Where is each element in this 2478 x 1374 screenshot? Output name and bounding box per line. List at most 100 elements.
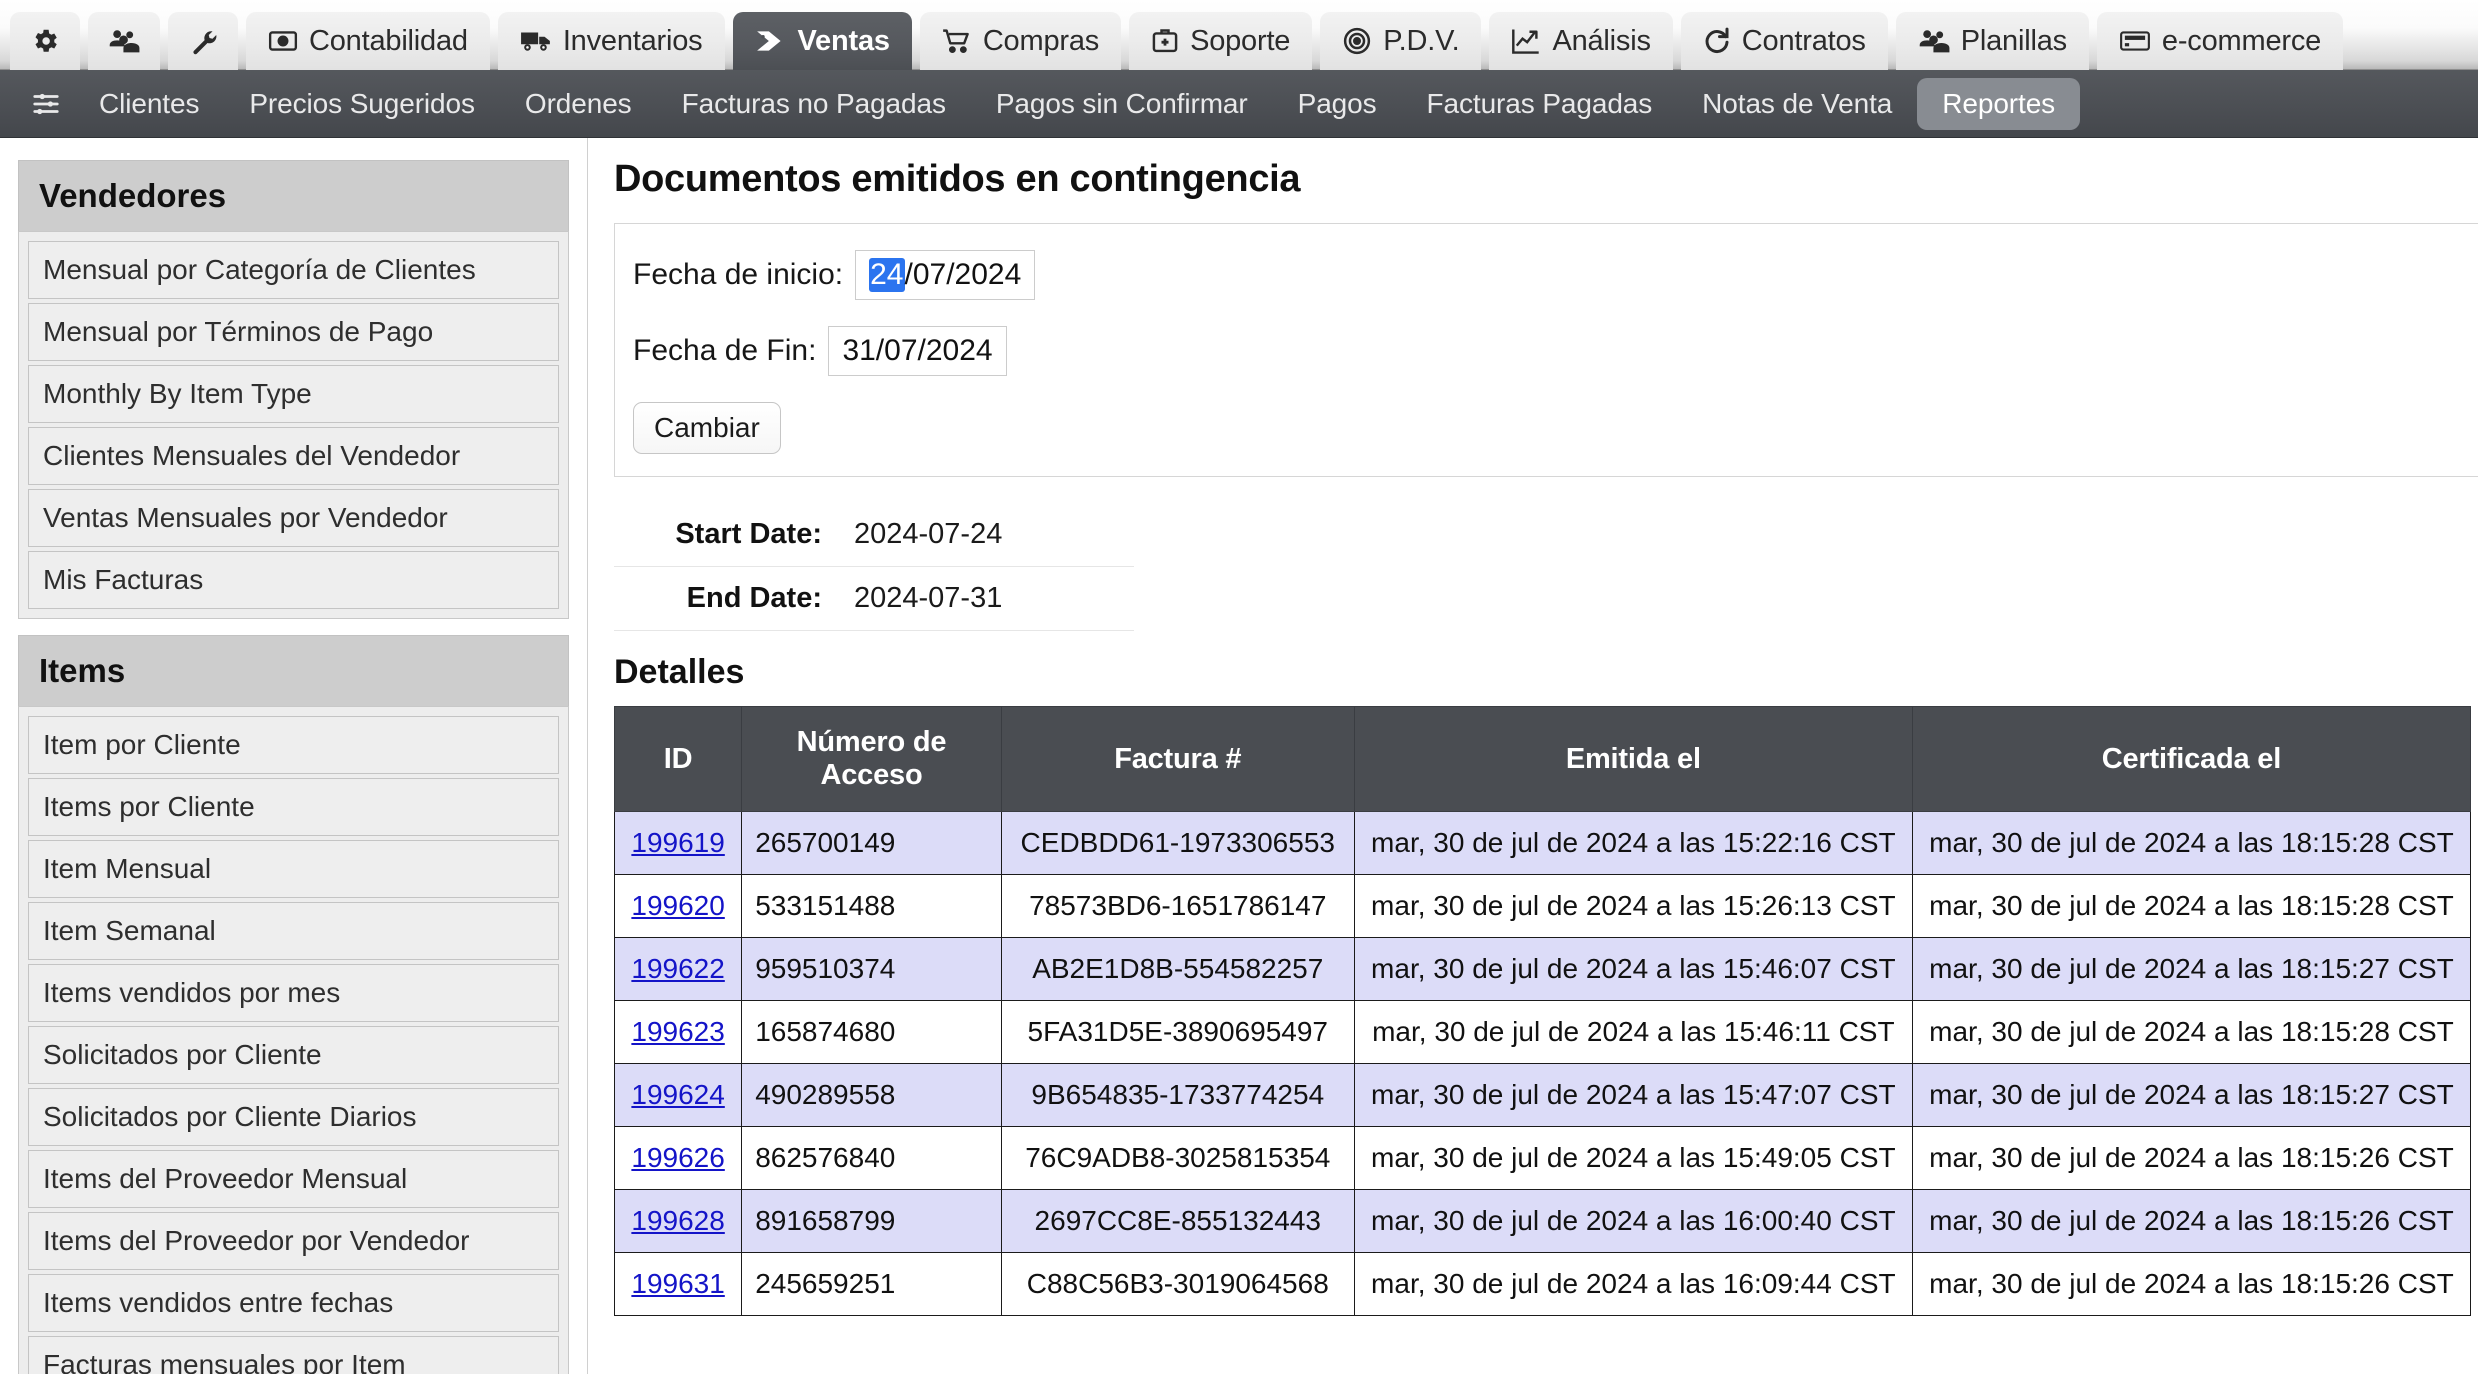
sidebar-report-item[interactable]: Mis Facturas <box>28 551 559 609</box>
table-cell-certificada: mar, 30 de jul de 2024 a las 18:15:26 CS… <box>1911 1189 2472 1253</box>
summary-key: Start Date: <box>614 503 844 567</box>
sidebar-report-item[interactable]: Item Semanal <box>28 902 559 960</box>
sidebar-report-item[interactable]: Items por Cliente <box>28 778 559 836</box>
table-cell-certificada: mar, 30 de jul de 2024 a las 18:15:28 CS… <box>1911 1000 2472 1064</box>
table-cell-id[interactable]: 199623 <box>613 1000 743 1064</box>
table-cell-id[interactable]: 199626 <box>613 1126 743 1190</box>
money-icon <box>268 28 298 54</box>
start-date-rest[interactable]: /07/2024 <box>905 258 1022 292</box>
app-tab-e-commerce[interactable]: e-commerce <box>2096 12 2344 70</box>
table-cell-id[interactable]: 199620 <box>613 874 743 938</box>
users-icon <box>1918 26 1950 56</box>
app-tab-bar: Contabilidad Inventarios Ventas Compras Sopo… <box>0 0 2478 70</box>
table-cell-emitida: mar, 30 de jul de 2024 a las 15:46:11 CS… <box>1353 1000 1913 1064</box>
app-tab-contratos[interactable]: Contratos <box>1680 12 1888 70</box>
subnav-item-facturas-no-pagadas[interactable]: Facturas no Pagadas <box>657 78 971 130</box>
app-tab-inventarios[interactable]: Inventarios <box>497 12 725 70</box>
sidebar-report-item[interactable]: Ventas Mensuales por Vendedor <box>28 489 559 547</box>
sidebar-panel-items: Items Item por Cliente Items por Cliente It… <box>18 635 569 1374</box>
document-id-link[interactable]: 199626 <box>631 1142 724 1173</box>
table-cell-id[interactable]: 199631 <box>613 1252 743 1316</box>
reports-sidebar: Vendedores Mensual por Categoría de Clien… <box>0 138 588 1374</box>
subnav-item-pagos[interactable]: Pagos <box>1273 78 1402 130</box>
app-tab-label: Soporte <box>1190 24 1291 57</box>
table-header-acceso: Número de Acceso <box>741 706 1002 812</box>
document-id-link[interactable]: 199620 <box>631 890 724 921</box>
subnav-item-reportes[interactable]: Reportes <box>1917 77 2081 130</box>
table-cell-acceso: 891658799 <box>741 1189 1002 1253</box>
sidebar-report-item[interactable]: Item Mensual <box>28 840 559 898</box>
start-date-day-segment[interactable]: 24 <box>869 258 905 292</box>
table-cell-factura: CEDBDD61-1973306553 <box>1000 811 1355 875</box>
table-cell-acceso: 862576840 <box>741 1126 1002 1190</box>
table-cell-id[interactable]: 199619 <box>613 811 743 875</box>
table-header-emitida: Emitida el <box>1353 706 1913 812</box>
cambiar-button[interactable]: Cambiar <box>633 402 781 454</box>
sliders-icon[interactable] <box>18 89 74 119</box>
subnav-item-notas-de-venta[interactable]: Notas de Venta <box>1677 78 1917 130</box>
document-id-link[interactable]: 199624 <box>631 1079 724 1110</box>
app-tab-planillas[interactable]: Planillas <box>1895 12 2089 70</box>
app-tab-an-lisis[interactable]: Análisis <box>1489 12 1673 70</box>
start-date-input[interactable]: 24/07/2024 <box>855 250 1036 300</box>
details-heading: Detalles <box>614 653 745 691</box>
sidebar-report-item[interactable]: Items vendidos por mes <box>28 964 559 1022</box>
table-cell-factura: 76C9ADB8-3025815354 <box>1000 1126 1355 1190</box>
subnav-item-facturas-pagadas[interactable]: Facturas Pagadas <box>1402 78 1678 130</box>
table-row: 199619 265700149 CEDBDD61-1973306553 mar, 3… <box>613 811 2472 875</box>
contingency-documents-table: ID Número de Acceso Factura # Emitida el Cer… <box>613 706 2472 1316</box>
table-cell-certificada: mar, 30 de jul de 2024 a las 18:15:26 CS… <box>1911 1252 2472 1316</box>
document-id-link[interactable]: 199623 <box>631 1016 724 1047</box>
table-cell-factura: 2697CC8E-855132443 <box>1000 1189 1355 1253</box>
app-tab-gear[interactable] <box>10 12 80 70</box>
table-row: 199631 245659251 C88C56B3-3019064568 mar, 3… <box>613 1252 2472 1316</box>
app-tab-wrench[interactable] <box>168 12 238 70</box>
table-cell-emitida: mar, 30 de jul de 2024 a las 16:00:40 CS… <box>1353 1189 1913 1253</box>
table-header-row: ID Número de Acceso Factura # Emitida el Cer… <box>613 706 2472 812</box>
summary-row: End Date: 2024-07-31 <box>614 566 1134 631</box>
document-id-link[interactable]: 199631 <box>631 1268 724 1299</box>
table-cell-factura: 78573BD6-1651786147 <box>1000 874 1355 938</box>
table-cell-emitida: mar, 30 de jul de 2024 a las 15:26:13 CS… <box>1353 874 1913 938</box>
table-cell-id[interactable]: 199624 <box>613 1063 743 1127</box>
sidebar-report-item[interactable]: Items del Proveedor por Vendedor <box>28 1212 559 1270</box>
app-tab-compras[interactable]: Compras <box>919 12 1122 70</box>
app-tab-ventas[interactable]: Ventas <box>732 12 912 70</box>
app-tab-contabilidad[interactable]: Contabilidad <box>246 12 490 70</box>
table-cell-id[interactable]: 199622 <box>613 937 743 1001</box>
sidebar-report-item[interactable]: Items del Proveedor Mensual <box>28 1150 559 1208</box>
subnav-item-precios-sugeridos[interactable]: Precios Sugeridos <box>224 78 500 130</box>
start-date-label: Fecha de inicio: <box>633 258 844 291</box>
app-tab-p-d-v-[interactable]: P.D.V. <box>1320 12 1482 70</box>
sidebar-report-item[interactable]: Solicitados por Cliente Diarios <box>28 1088 559 1146</box>
sidebar-report-item[interactable]: Mensual por Términos de Pago <box>28 303 559 361</box>
sidebar-report-item[interactable]: Solicitados por Cliente <box>28 1026 559 1084</box>
end-date-input[interactable]: 31/07/2024 <box>828 326 1007 376</box>
sidebar-report-item[interactable]: Items vendidos entre fechas <box>28 1274 559 1332</box>
app-tab-users[interactable] <box>88 12 160 70</box>
table-cell-id[interactable]: 199628 <box>613 1189 743 1253</box>
subnav-item-ordenes[interactable]: Ordenes <box>500 78 657 130</box>
table-row: 199622 959510374 AB2E1D8B-554582257 mar, 30… <box>613 937 2472 1001</box>
document-id-link[interactable]: 199619 <box>631 827 724 858</box>
sidebar-report-item[interactable]: Facturas mensuales por Item <box>28 1336 559 1374</box>
table-row: 199623 165874680 5FA31D5E-3890695497 mar, 3… <box>613 1000 2472 1064</box>
truck-icon <box>520 28 552 54</box>
document-id-link[interactable]: 199622 <box>631 953 724 984</box>
submit-row: Cambiar <box>615 402 2478 454</box>
app-tab-label: Ventas <box>797 24 891 57</box>
app-tab-soporte[interactable]: Soporte <box>1129 12 1313 70</box>
page-title: Documentos emitidos en contingencia <box>614 158 1301 200</box>
subnav-item-clientes[interactable]: Clientes <box>74 78 224 130</box>
table-header-id: ID <box>613 706 743 812</box>
sidebar-report-item[interactable]: Monthly By Item Type <box>28 365 559 423</box>
sidebar-report-item[interactable]: Item por Cliente <box>28 716 559 774</box>
document-id-link[interactable]: 199628 <box>631 1205 724 1236</box>
card-reader-icon <box>2119 28 2151 54</box>
app-tab-label: Compras <box>982 24 1100 57</box>
sidebar-report-item[interactable]: Clientes Mensuales del Vendedor <box>28 427 559 485</box>
subnav-item-pagos-sin-confirmar[interactable]: Pagos sin Confirmar <box>971 78 1273 130</box>
sidebar-report-item[interactable]: Mensual por Categoría de Clientes <box>28 241 559 299</box>
gear-icon <box>30 26 60 56</box>
table-row: 199624 490289558 9B654835-1733774254 mar, 3… <box>613 1063 2472 1127</box>
